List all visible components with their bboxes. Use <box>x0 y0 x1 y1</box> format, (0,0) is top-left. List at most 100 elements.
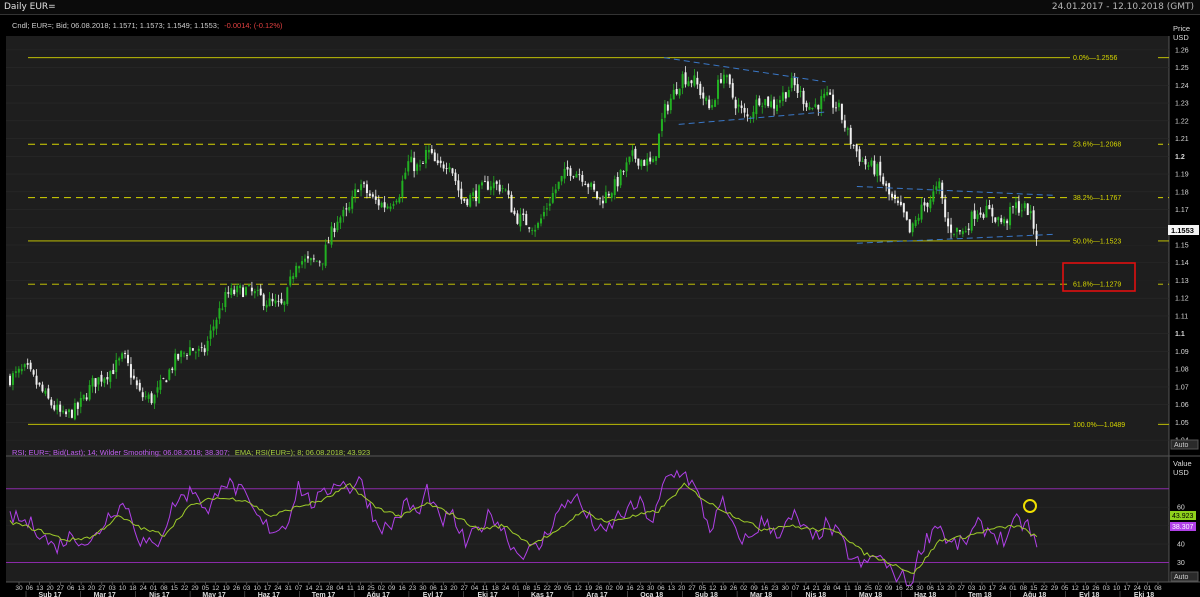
rsi-tick-label: 30 <box>1177 560 1185 567</box>
candle-body <box>613 179 616 196</box>
x-day-label: 04 <box>833 585 841 592</box>
x-day-label: 01 <box>150 585 158 592</box>
candle-body <box>469 194 472 207</box>
x-day-label: 13 <box>937 585 945 592</box>
candle-body <box>472 192 475 196</box>
candle-body <box>9 375 11 386</box>
rsi-plot-area[interactable] <box>6 456 1169 582</box>
candle-body <box>894 194 896 199</box>
candle-body <box>174 353 177 371</box>
candle-body <box>625 162 628 172</box>
candle-body <box>309 258 312 261</box>
x-day-label: 05 <box>202 585 210 592</box>
candle-body <box>510 194 513 213</box>
candle-body <box>796 84 799 93</box>
x-day-label: 22 <box>181 585 189 592</box>
candle-body <box>97 377 100 385</box>
x-day-label: 30 <box>782 585 790 592</box>
candle-body <box>755 99 758 115</box>
candle-body <box>374 196 377 200</box>
candle-body <box>197 348 200 351</box>
candle-body <box>14 371 17 373</box>
candle-body <box>528 227 531 229</box>
main-plot-area[interactable] <box>6 36 1169 456</box>
x-day-label: 22 <box>543 585 551 592</box>
main-legend-values: Cndl; EUR=; Bid; 06.08.2018; 1.1571; 1.1… <box>12 21 219 30</box>
candle-body <box>540 218 542 224</box>
x-day-label: 29 <box>554 585 562 592</box>
x-day-label: 24 <box>502 585 510 592</box>
x-day-label: 29 <box>191 585 199 592</box>
x-day-label: 11 <box>347 585 354 592</box>
x-day-label: 28 <box>823 585 831 592</box>
fib-label: 38.2%—1.1767 <box>1073 195 1121 202</box>
candle-body <box>628 156 631 163</box>
price-tick-label: 1.17 <box>1175 207 1189 214</box>
candle-body <box>41 384 44 392</box>
x-day-label: 19 <box>719 585 727 592</box>
candle-body <box>363 182 365 184</box>
candle-body <box>979 212 982 215</box>
candle-body <box>714 100 717 107</box>
x-month-label: Eyl 18 <box>1079 592 1099 597</box>
x-day-label: 22 <box>1040 585 1048 592</box>
x-day-label: 05 <box>564 585 572 592</box>
x-month-label: Haz 17 <box>258 592 280 597</box>
candle-body <box>286 287 289 304</box>
candle-body <box>758 98 761 106</box>
candle-body <box>141 392 144 398</box>
x-day-label: 26 <box>595 585 603 592</box>
candle-body <box>121 353 124 359</box>
x-day-label: 18 <box>492 585 500 592</box>
x-day-label: 02 <box>875 585 883 592</box>
price-tick-label: 1.09 <box>1175 349 1189 356</box>
rsi-tick-label: 40 <box>1177 542 1185 549</box>
candle-body <box>70 409 73 418</box>
candle-body <box>728 74 731 85</box>
candle-body <box>784 92 787 99</box>
x-day-label: 08 <box>523 585 531 592</box>
candle-body <box>1020 210 1023 212</box>
candle-body <box>829 92 832 95</box>
fib-label: 0.0%—1.2556 <box>1073 55 1117 62</box>
candle-body <box>419 165 422 167</box>
candle-body <box>53 405 56 410</box>
x-day-label: 02 <box>378 585 386 592</box>
price-chart[interactable]: 0.0%—1.2556 23.6%—1.2068 38.2%—1.1767 50.0%… <box>0 15 1200 597</box>
candle-body <box>486 181 489 190</box>
candle-body <box>153 394 156 404</box>
candle-body <box>94 378 97 387</box>
candle-body <box>395 200 398 203</box>
price-tick-label: 1.23 <box>1175 101 1189 108</box>
candle-body <box>770 101 773 108</box>
candle-body <box>684 72 687 85</box>
candle-body <box>129 364 132 378</box>
price-tick-label: 1.2 <box>1175 154 1185 161</box>
candle-body <box>109 371 112 382</box>
candle-body <box>805 102 808 108</box>
candle-body <box>840 103 843 120</box>
candle-body <box>256 289 259 291</box>
x-day-label: 20 <box>450 585 458 592</box>
candle-body <box>997 217 1000 221</box>
x-month-label: May 18 <box>859 592 882 597</box>
candle-body <box>967 228 970 231</box>
x-day-label: 09 <box>616 585 624 592</box>
x-day-label: 27 <box>958 585 966 592</box>
candle-body <box>194 352 197 354</box>
x-day-label: 06 <box>67 585 75 592</box>
x-day-label: 10 <box>978 585 986 592</box>
candle-body <box>100 374 103 382</box>
candle-body <box>50 399 53 406</box>
candle-body <box>876 164 879 177</box>
candle-body <box>20 368 23 372</box>
candle-body <box>743 107 746 113</box>
date-range: 24.01.2017 - 12.10.2018 (GMT) <box>1051 2 1194 12</box>
candle-body <box>891 193 894 198</box>
candle-body <box>336 221 339 231</box>
candle-body <box>324 244 327 266</box>
candle-body <box>212 326 215 331</box>
candle-body <box>224 291 227 308</box>
candle-body <box>542 211 545 217</box>
candle-body <box>23 364 26 368</box>
